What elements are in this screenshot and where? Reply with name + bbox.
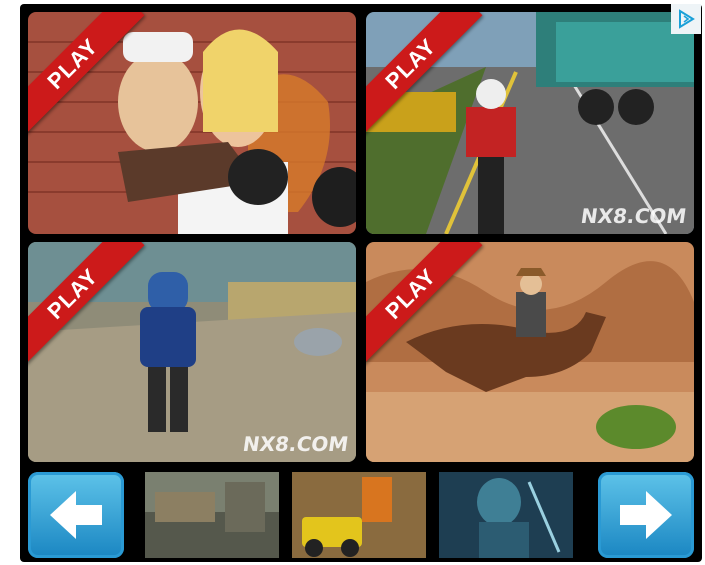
game-tile-3[interactable]: PLAY NX8.COM — [28, 242, 356, 462]
watermark: NX8.COM — [579, 204, 688, 228]
game-tile-1[interactable]: PLAY — [28, 12, 356, 234]
watermark: NX8.COM — [241, 432, 350, 456]
game-tile-2[interactable]: PLAY NX8.COM — [366, 12, 694, 234]
game-thumb-1 — [145, 472, 279, 558]
game-thumb-2 — [292, 472, 426, 558]
right-arrow-icon — [620, 491, 672, 539]
game-thumb-3 — [439, 472, 573, 558]
game-tile-4[interactable]: PLAY — [366, 242, 694, 462]
carousel-thumb-3[interactable] — [439, 472, 573, 558]
adchoices-icon[interactable] — [671, 4, 701, 34]
carousel-thumb-2[interactable] — [292, 472, 426, 558]
carousel-thumb-1[interactable] — [145, 472, 279, 558]
prev-button[interactable] — [28, 472, 124, 558]
next-button[interactable] — [598, 472, 694, 558]
left-arrow-icon — [50, 491, 102, 539]
